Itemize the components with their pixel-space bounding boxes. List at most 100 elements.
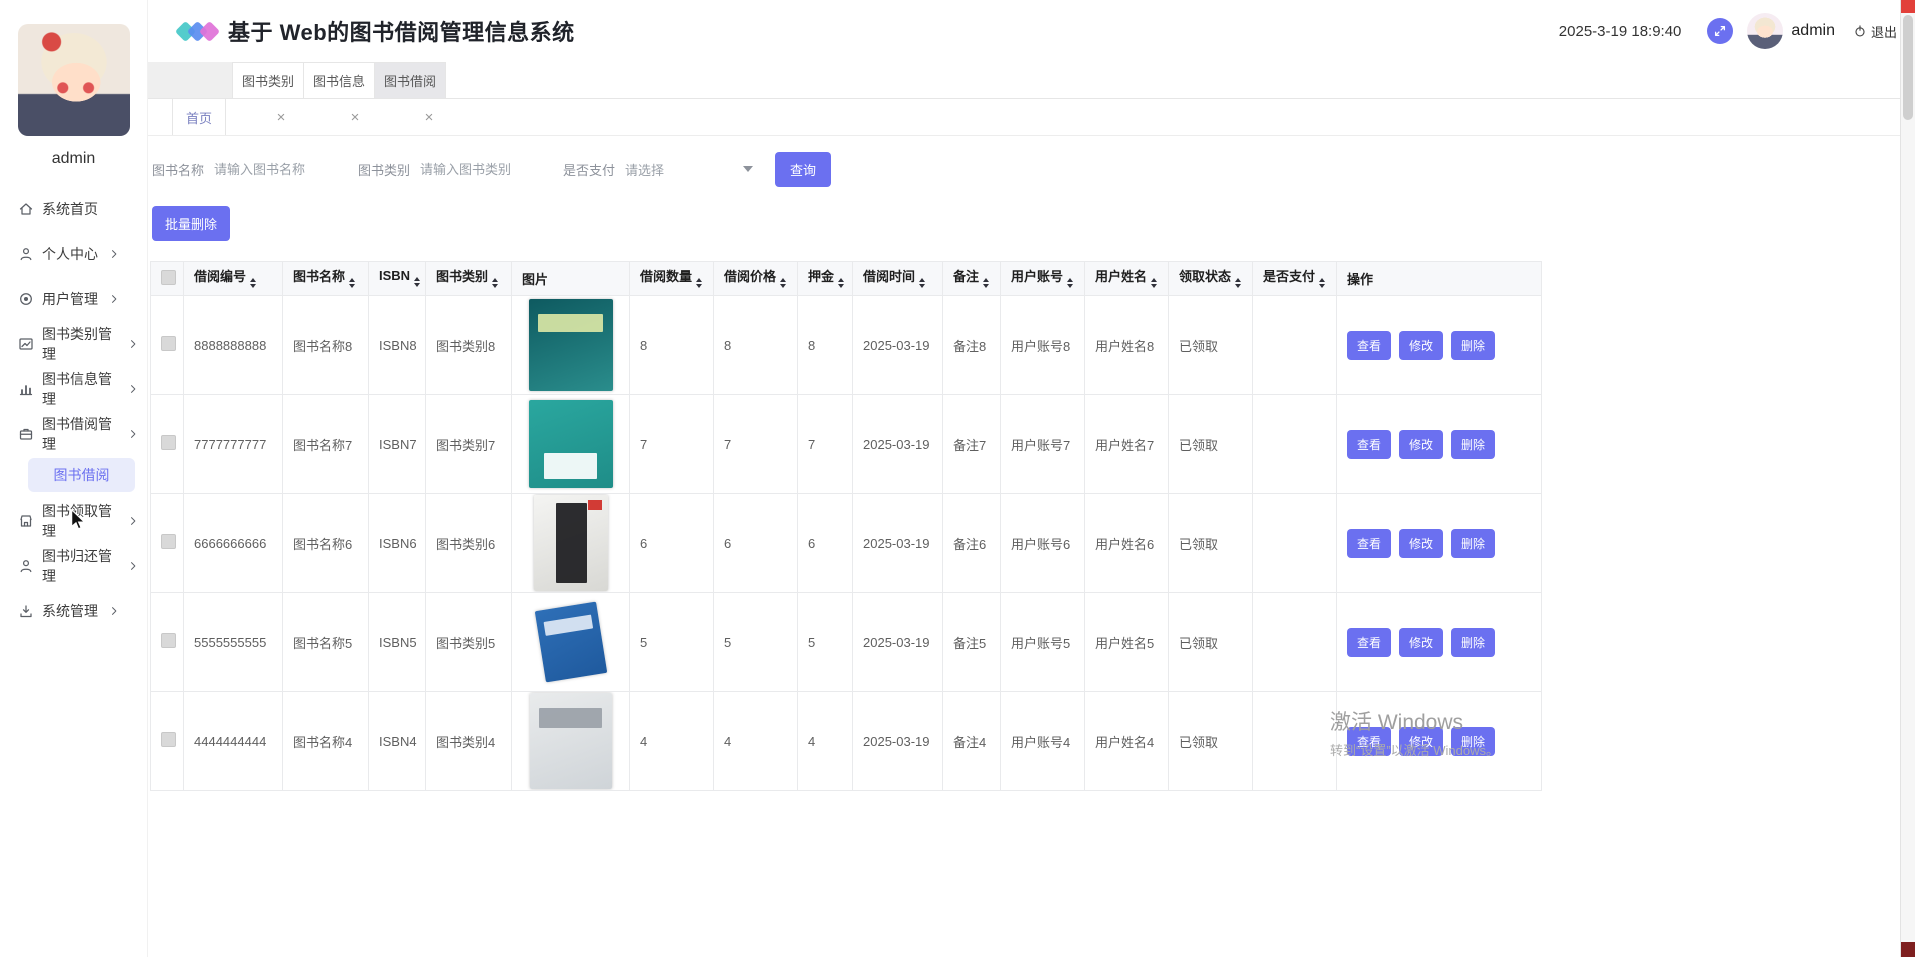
- book-name-input[interactable]: [214, 161, 345, 177]
- view-button[interactable]: 查看: [1347, 726, 1392, 756]
- column-label: 领取状态: [1179, 269, 1232, 284]
- view-button[interactable]: 查看: [1347, 627, 1392, 657]
- column-header-8[interactable]: 押金: [797, 261, 853, 296]
- sidebar-item-2[interactable]: 个人中心: [0, 231, 147, 276]
- edit-button[interactable]: 修改: [1399, 429, 1444, 459]
- cell-qty: 6: [629, 493, 714, 593]
- sort-icon[interactable]: [492, 275, 499, 291]
- row-checkbox[interactable]: [161, 534, 176, 549]
- delete-button[interactable]: 删除: [1451, 528, 1496, 558]
- sort-icon[interactable]: [1067, 275, 1074, 291]
- column-header-5[interactable]: 图片: [511, 261, 630, 296]
- sort-icon[interactable]: [1151, 275, 1158, 291]
- search-button[interactable]: 查询: [775, 151, 832, 187]
- column-header-4[interactable]: 图书类别: [425, 261, 512, 296]
- row-checkbox[interactable]: [161, 435, 176, 450]
- sort-icon[interactable]: [414, 274, 421, 290]
- sort-icon[interactable]: [696, 275, 703, 291]
- chevron-down-icon: [743, 166, 754, 177]
- sidebar-subitem-book-borrow[interactable]: 图书借阅: [28, 458, 135, 492]
- column-header-11[interactable]: 用户账号: [1000, 261, 1085, 296]
- column-header-6[interactable]: 借阅数量: [629, 261, 714, 296]
- column-header-3[interactable]: ISBN: [368, 261, 426, 296]
- view-button[interactable]: 查看: [1347, 528, 1392, 558]
- vertical-scrollbar[interactable]: [1900, 0, 1915, 957]
- datetime-text: 2025-3-19 18:9:40: [1558, 22, 1682, 40]
- column-header-9[interactable]: 借阅时间: [852, 261, 943, 296]
- sidebar-item-label: 个人中心: [42, 245, 98, 262]
- sidebar-item-9[interactable]: 系统管理: [0, 588, 147, 633]
- sidebar-item-8[interactable]: 图书归还管理: [0, 543, 147, 588]
- sort-icon[interactable]: [349, 275, 356, 291]
- close-icon[interactable]: ×: [266, 99, 296, 135]
- sort-icon[interactable]: [838, 275, 845, 291]
- page-title: 基于 Web的图书借阅管理信息系统: [228, 20, 575, 45]
- sort-icon[interactable]: [1235, 275, 1242, 291]
- column-header-1[interactable]: 借阅编号: [183, 261, 283, 296]
- view-button[interactable]: 查看: [1347, 330, 1392, 360]
- column-header-12[interactable]: 用户姓名: [1084, 261, 1169, 296]
- sort-icon[interactable]: [1319, 275, 1326, 291]
- row-checkbox[interactable]: [161, 336, 176, 351]
- sort-icon[interactable]: [780, 275, 787, 291]
- cell-note: 备注4: [942, 691, 1001, 791]
- sidebar-item-6[interactable]: 图书借阅管理: [0, 411, 147, 456]
- edit-button[interactable]: 修改: [1399, 627, 1444, 657]
- sort-icon[interactable]: [250, 275, 257, 291]
- sidebar-item-7[interactable]: 图书领取管理: [0, 498, 147, 543]
- tab-bar: 图书类别 图书信息 图书借阅: [148, 62, 1915, 99]
- column-label: 图片: [522, 272, 549, 287]
- select-all-checkbox[interactable]: [161, 269, 176, 285]
- edit-button[interactable]: 修改: [1399, 726, 1444, 756]
- user-avatar: [17, 24, 130, 136]
- fullscreen-button[interactable]: [1707, 18, 1734, 44]
- sidebar-item-label: 系统首页: [42, 200, 98, 217]
- scrollbar-thumb[interactable]: [1903, 15, 1913, 120]
- delete-button[interactable]: 删除: [1451, 627, 1496, 657]
- delete-button[interactable]: 删除: [1451, 330, 1496, 360]
- header-avatar[interactable]: [1747, 13, 1784, 49]
- tab-2[interactable]: 图书信息: [303, 62, 376, 98]
- column-label: 借阅时间: [863, 269, 916, 284]
- cell-isbn: ISBN5: [368, 592, 426, 692]
- sidebar-item-3[interactable]: 用户管理: [0, 276, 147, 321]
- cell-borrow-no: 4444444444: [183, 691, 283, 791]
- chevron-right-icon: [127, 428, 139, 440]
- column-header-13[interactable]: 领取状态: [1168, 261, 1253, 296]
- sidebar-item-5[interactable]: 图书信息管理: [0, 366, 147, 411]
- column-header-10[interactable]: 备注: [942, 261, 1001, 296]
- row-checkbox[interactable]: [161, 732, 176, 747]
- book-icon: [18, 426, 34, 442]
- cell-price: 5: [713, 592, 798, 692]
- cell-borrow-time: 2025-03-19: [852, 394, 943, 494]
- cell-price: 6: [713, 493, 798, 593]
- sort-icon[interactable]: [919, 275, 926, 291]
- column-header-15[interactable]: 操作: [1336, 261, 1542, 296]
- pay-status-select[interactable]: 请选择: [625, 160, 754, 179]
- column-header-14[interactable]: 是否支付: [1252, 261, 1337, 296]
- close-icon[interactable]: ×: [340, 99, 370, 135]
- scrollbar-up-arrow[interactable]: [1901, 0, 1915, 13]
- column-header-7[interactable]: 借阅价格: [713, 261, 798, 296]
- delete-button[interactable]: 删除: [1451, 429, 1496, 459]
- book-category-input[interactable]: [420, 161, 551, 177]
- close-icon[interactable]: ×: [414, 99, 444, 135]
- tab-3[interactable]: 图书借阅: [374, 62, 447, 98]
- logout-button[interactable]: 退出: [1853, 22, 1897, 41]
- edit-button[interactable]: 修改: [1399, 528, 1444, 558]
- cell-actions: 查看 修改 删除: [1336, 691, 1542, 791]
- sidebar-item-1[interactable]: 系统首页: [0, 186, 147, 231]
- row-checkbox[interactable]: [161, 633, 176, 648]
- view-button[interactable]: 查看: [1347, 429, 1392, 459]
- cell-select: [150, 691, 184, 791]
- scrollbar-down-arrow[interactable]: [1901, 942, 1915, 957]
- edit-button[interactable]: 修改: [1399, 330, 1444, 360]
- column-header-2[interactable]: 图书名称: [282, 261, 369, 296]
- sidebar-item-4[interactable]: 图书类别管理: [0, 321, 147, 366]
- home-tag[interactable]: 首页: [172, 99, 227, 135]
- delete-button[interactable]: 删除: [1451, 726, 1496, 756]
- tab-1[interactable]: 图书类别: [232, 62, 305, 98]
- cell-borrow-no: 5555555555: [183, 592, 283, 692]
- sort-icon[interactable]: [983, 275, 990, 291]
- batch-delete-button[interactable]: 批量删除: [152, 206, 231, 241]
